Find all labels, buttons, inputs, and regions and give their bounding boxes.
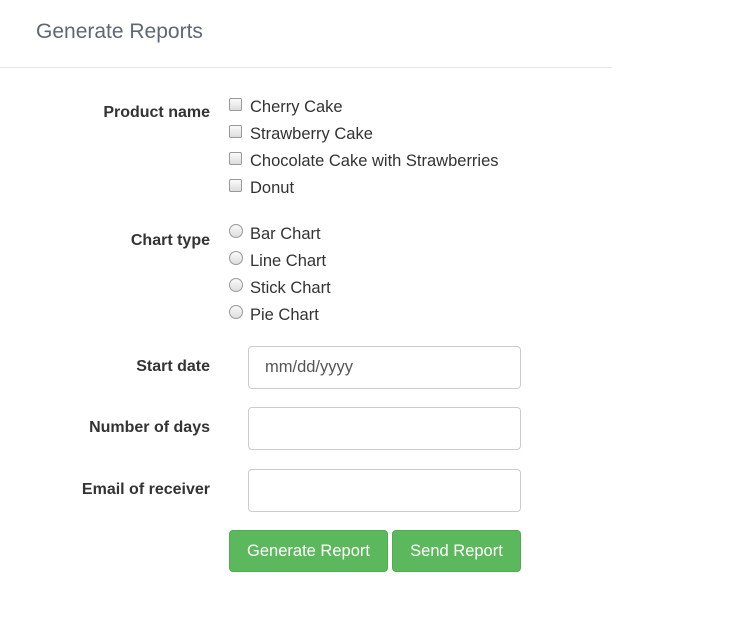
radio-pie-chart[interactable]: Pie Chart — [229, 304, 319, 326]
email-label: Email of receiver — [81, 481, 210, 498]
checkbox-icon[interactable] — [229, 124, 242, 138]
option-label: Strawberry Cake — [250, 124, 373, 143]
start-date-label: Start date — [136, 358, 210, 375]
checkbox-cherry-cake[interactable]: Cherry Cake — [229, 96, 343, 118]
number-of-days-input[interactable] — [248, 407, 521, 450]
page-title: Generate Reports — [36, 20, 203, 43]
product-name-label: Product name — [103, 104, 210, 121]
radio-stick-chart[interactable]: Stick Chart — [229, 277, 331, 299]
number-of-days-label: Number of days — [89, 419, 210, 436]
checkbox-chocolate-cake[interactable]: Chocolate Cake with Strawberries — [229, 150, 499, 172]
option-label: Cherry Cake — [250, 97, 343, 116]
radio-icon[interactable] — [229, 278, 243, 292]
checkbox-donut[interactable]: Donut — [229, 177, 294, 199]
checkbox-icon[interactable] — [229, 151, 242, 165]
option-label: Donut — [250, 178, 295, 197]
checkbox-icon[interactable] — [229, 178, 242, 192]
checkbox-icon[interactable] — [229, 97, 242, 111]
option-label: Bar Chart — [250, 224, 321, 243]
option-label: Stick Chart — [250, 278, 331, 297]
start-date-input[interactable]: mm/dd/yyyy — [248, 346, 521, 389]
send-report-button[interactable]: Send Report — [392, 530, 521, 572]
radio-line-chart[interactable]: Line Chart — [229, 250, 326, 272]
chart-type-label: Chart type — [130, 232, 210, 249]
radio-icon[interactable] — [229, 305, 243, 319]
option-label: Line Chart — [250, 251, 327, 270]
divider — [0, 67, 612, 68]
radio-bar-chart[interactable]: Bar Chart — [229, 223, 321, 245]
radio-icon[interactable] — [229, 251, 243, 265]
email-input[interactable] — [248, 469, 521, 512]
radio-icon[interactable] — [229, 224, 243, 238]
generate-report-button[interactable]: Generate Report — [229, 530, 388, 572]
checkbox-strawberry-cake[interactable]: Strawberry Cake — [229, 123, 373, 145]
option-label: Chocolate Cake with Strawberries — [250, 151, 499, 170]
option-label: Pie Chart — [250, 305, 319, 324]
